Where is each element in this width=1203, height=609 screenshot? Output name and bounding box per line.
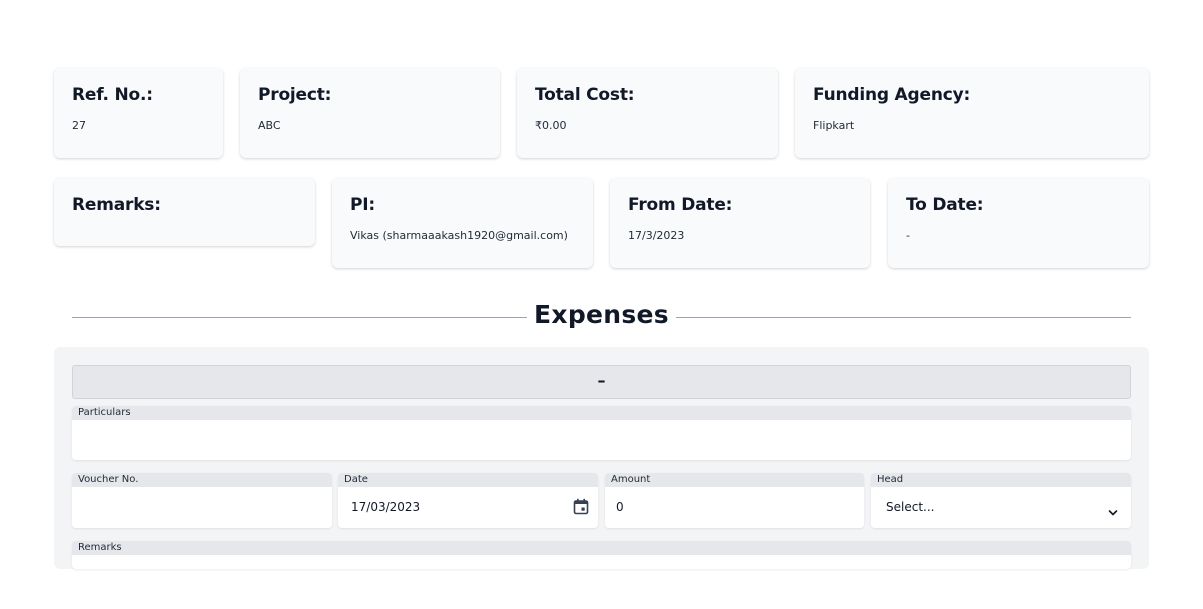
voucher-no-label: Voucher No.: [72, 473, 332, 487]
remarks-field: Remarks: [72, 541, 1131, 569]
amount-value: 0: [616, 500, 624, 514]
funding-agency-label: Funding Agency:: [813, 85, 971, 105]
date-input[interactable]: 17/03/2023: [338, 487, 598, 528]
project-label: Project:: [258, 85, 332, 105]
chevron-down-icon: [1108, 502, 1118, 521]
head-label: Head: [871, 473, 1131, 487]
to-date-card: To Date: -: [888, 178, 1149, 268]
project-card: Project: ABC: [240, 68, 500, 158]
remarks-label: Remarks:: [72, 195, 161, 215]
pi-value: Vikas (sharmaaakash1920@gmail.com): [350, 229, 568, 242]
funding-agency-value: Flipkart: [813, 119, 855, 132]
pi-label: PI:: [350, 195, 375, 215]
total-cost-card: Total Cost: ₹0.00: [517, 68, 778, 158]
voucher-no-field: Voucher No.: [72, 473, 332, 528]
date-value: 17/03/2023: [351, 500, 421, 514]
calendar-icon[interactable]: [573, 498, 589, 519]
particulars-field: Particulars: [72, 406, 1131, 460]
expenses-title: Expenses: [534, 300, 669, 329]
funding-agency-card: Funding Agency: Flipkart: [795, 68, 1149, 158]
particulars-input[interactable]: [72, 420, 1131, 460]
project-value: ABC: [258, 119, 281, 132]
expenses-heading: Expenses: [72, 300, 1131, 336]
from-date-card: From Date: 17/3/2023: [610, 178, 870, 268]
amount-field: Amount 0: [605, 473, 864, 528]
head-select[interactable]: Select...: [871, 487, 1131, 528]
amount-input[interactable]: 0: [605, 487, 864, 528]
head-selected-value: Select...: [886, 500, 935, 514]
ref-no-card: Ref. No.: 27: [54, 68, 223, 158]
to-date-value: -: [906, 229, 910, 242]
date-field: Date 17/03/2023: [338, 473, 598, 528]
date-label: Date: [338, 473, 598, 487]
total-cost-value: ₹0.00: [535, 119, 567, 132]
from-date-value: 17/3/2023: [628, 229, 685, 242]
remarks-card: Remarks:: [54, 178, 315, 246]
to-date-label: To Date:: [906, 195, 984, 215]
ref-no-value: 27: [72, 119, 86, 132]
head-field: Head Select...: [871, 473, 1131, 528]
from-date-label: From Date:: [628, 195, 733, 215]
remarks-field-label: Remarks: [72, 541, 1131, 555]
particulars-label: Particulars: [72, 406, 1131, 420]
voucher-no-input[interactable]: [72, 487, 332, 528]
amount-label: Amount: [605, 473, 864, 487]
total-cost-label: Total Cost:: [535, 85, 635, 105]
pi-card: PI: Vikas (sharmaaakash1920@gmail.com): [332, 178, 593, 268]
remarks-input[interactable]: [72, 555, 1131, 569]
collapse-expense-button[interactable]: –: [72, 365, 1131, 399]
ref-no-label: Ref. No.:: [72, 85, 153, 105]
